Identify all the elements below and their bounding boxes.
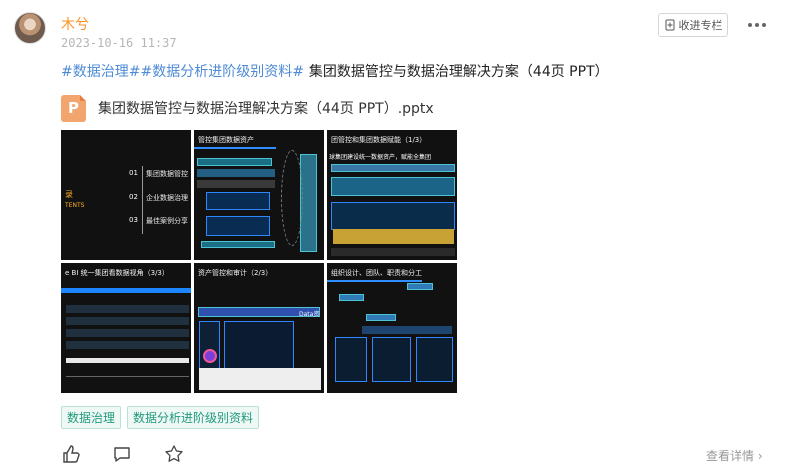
catalog-number-3: 03 [129, 216, 138, 224]
slide-column [372, 337, 411, 382]
catalog-item-1: 集团数据管控 [146, 170, 188, 178]
slide-box [206, 216, 270, 236]
collect-button-label: 收进专栏 [678, 19, 723, 32]
slide-donut-chart [203, 349, 217, 363]
catalog-number-1: 01 [129, 169, 138, 177]
slide-column [416, 337, 453, 382]
post-actions [61, 444, 191, 464]
view-details-label: 查看详情 [706, 449, 755, 463]
slide-icons-row [333, 229, 454, 244]
slide-title: 管控集团数据资产 [198, 136, 254, 144]
slide-row [197, 169, 275, 177]
slide-preview-gallery[interactable]: 录 TENTS 01 集团数据管控 02 企业数据治理 03 最佳案例分享 管控… [61, 130, 457, 394]
slide-thumbnail-5[interactable]: 资产管控和审计（2/3） Data资 [194, 263, 324, 393]
favorite-icon[interactable] [164, 444, 184, 464]
post-hashtags[interactable]: #数据治理##数据分析进阶级别资料# [61, 64, 304, 80]
post-time: 2023-10-16 11:37 [61, 36, 177, 50]
slide-title-underline [194, 147, 276, 149]
catalog-number-2: 02 [129, 193, 138, 201]
slide-row [197, 180, 275, 188]
collect-icon [665, 19, 674, 31]
slide-thumbnail-6[interactable]: 组织设计、团队、职责和分工 [327, 263, 457, 393]
view-details-link[interactable]: 查看详情 › [706, 447, 763, 464]
slide-box [206, 192, 270, 210]
slide-blue-bar [61, 288, 191, 293]
slide-block [201, 241, 275, 248]
slide-container [331, 177, 455, 196]
slide-title-underline [327, 280, 422, 282]
author-name[interactable]: 木兮 [61, 14, 89, 34]
slide-header-bar [331, 164, 455, 172]
slide-row [66, 341, 189, 349]
slide-row [362, 326, 452, 334]
slide-label: Data资 [299, 311, 320, 318]
slide-divider [142, 166, 143, 234]
post-title: 集团数据管控与数据治理解决方案（44页 PPT） [308, 64, 609, 80]
slide-node [407, 283, 433, 290]
slide-white-bar [66, 358, 189, 363]
attachment-name[interactable]: 集团数据管控与数据治理解决方案（44页 PPT）.pptx [98, 98, 434, 118]
slide-title: 资产管控和审计（2/3） [198, 269, 273, 277]
more-dot-icon [748, 23, 752, 27]
catalog-item-2: 企业数据治理 [146, 194, 188, 202]
slide-column [335, 337, 367, 382]
slide-block [197, 158, 272, 166]
slide-catalog-title: 录 [65, 190, 73, 199]
slide-thumbnail-2[interactable]: 管控集团数据资产 [194, 130, 324, 260]
slide-title: e BI 统一集团看数据视角（3/3） [65, 269, 169, 277]
post-title-line: #数据治理##数据分析进阶级别资料# 集团数据管控与数据治理解决方案（44页 PP… [61, 63, 609, 81]
like-icon[interactable] [61, 444, 81, 464]
more-dot-icon [762, 23, 766, 27]
slide-white-panel [199, 368, 321, 390]
slide-curve [281, 150, 303, 246]
slide-row [66, 305, 189, 313]
collect-to-column-button[interactable]: 收进专栏 [658, 13, 728, 37]
tag-list: 数据治理 数据分析进阶级别资料 [61, 406, 260, 429]
tag-data-governance[interactable]: 数据治理 [61, 406, 122, 429]
slide-catalog-subtitle: TENTS [65, 202, 85, 209]
slide-subtitle: 球集团建设统一数据资产，赋能全集团 [329, 154, 432, 161]
more-options-button[interactable] [746, 16, 768, 34]
slide-node [366, 314, 396, 321]
comment-icon[interactable] [112, 444, 132, 464]
slide-title: 团管控和集团数据赋能（1/3） [331, 136, 427, 144]
tag-advanced-data-analysis[interactable]: 数据分析进阶级别资料 [127, 406, 260, 429]
slide-row [66, 329, 189, 337]
slide-footer-row [66, 376, 189, 384]
slide-row [66, 317, 189, 325]
chevron-right-icon: › [757, 449, 763, 463]
attachment-row[interactable]: P 集团数据管控与数据治理解决方案（44页 PPT）.pptx [61, 94, 434, 122]
slide-title: 组织设计、团队、职责和分工 [331, 269, 422, 277]
slide-thumbnail-4[interactable]: e BI 统一集团看数据视角（3/3） [61, 263, 191, 393]
slide-footer-row [331, 248, 455, 256]
author-avatar[interactable] [14, 12, 46, 44]
slide-node [339, 294, 364, 301]
pptx-file-icon: P [61, 94, 86, 122]
more-dot-icon [755, 23, 759, 27]
slide-thumbnail-3[interactable]: 团管控和集团数据赋能（1/3） 球集团建设统一数据资产，赋能全集团 [327, 130, 457, 260]
catalog-item-3: 最佳案例分享 [146, 217, 188, 225]
slide-thumbnail-1[interactable]: 录 TENTS 01 集团数据管控 02 企业数据治理 03 最佳案例分享 [61, 130, 191, 260]
slide-container [331, 202, 455, 230]
